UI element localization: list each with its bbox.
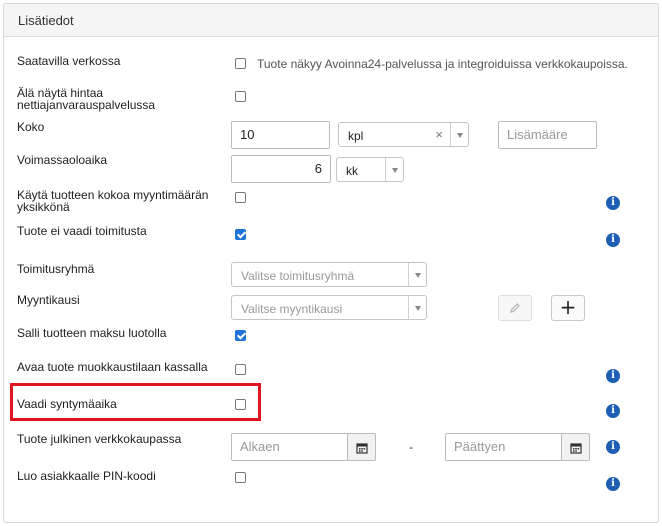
panel-header: Lisätiedot: [4, 4, 658, 37]
label-saatavilla-verkossa: Saatavilla verkossa: [17, 54, 121, 68]
alkaen-placeholder: Alkaen: [240, 439, 280, 454]
info-icon[interactable]: i: [606, 404, 620, 418]
label-vaadi-syntymaaika: Vaadi syntymäaika: [17, 397, 117, 411]
label-julkinen-verkkokaupassa: Tuote julkinen verkkokaupassa: [17, 432, 182, 446]
myyntikausi-placeholder: Valitse myyntikausi: [241, 302, 343, 316]
voimassaoloaika-unit-value: kk: [346, 164, 358, 178]
label-ala-nayta-hintaa-2: nettiajanvarauspalvelussa: [17, 98, 156, 112]
label-pin-koodi: Luo asiakkaalle PIN-koodi: [17, 469, 156, 483]
chevron-down-icon: [415, 273, 421, 278]
chevron-down-icon: [415, 306, 421, 311]
alkaen-calendar-button[interactable]: [348, 433, 376, 461]
select-separator: [450, 123, 451, 146]
calendar-icon: [356, 443, 368, 454]
label-toimitusryhma: Toimitusryhmä: [17, 262, 95, 276]
select-separator: [385, 158, 386, 181]
label-kayta-kokoa-2: yksikkönä: [17, 200, 70, 214]
koko-unit-select[interactable]: kpl ×: [338, 122, 469, 147]
label-koko: Koko: [17, 120, 45, 134]
alkaen-date-input[interactable]: Alkaen: [231, 433, 348, 461]
label-myyntikausi: Myyntikausi: [17, 293, 80, 307]
hint-saatavilla-verkossa: Tuote näkyy Avoinna24-palvelussa ja inte…: [257, 57, 628, 71]
checkbox-ala-nayta-hintaa[interactable]: [235, 91, 246, 102]
chevron-down-icon: [392, 168, 398, 173]
paattyen-calendar-button[interactable]: [562, 433, 590, 461]
label-ei-vaadi-toimitusta: Tuote ei vaadi toimitusta: [17, 224, 147, 238]
info-icon[interactable]: i: [606, 477, 620, 491]
add-myyntikausi-button[interactable]: +: [551, 295, 585, 321]
voimassaoloaika-unit-select[interactable]: kk: [336, 157, 404, 182]
edit-myyntikausi-button[interactable]: [498, 295, 532, 321]
checkbox-vaadi-syntymaaika[interactable]: [235, 399, 246, 410]
clear-x-icon[interactable]: ×: [435, 127, 443, 142]
toimitusryhma-placeholder: Valitse toimitusryhmä: [241, 269, 355, 283]
select-separator: [408, 263, 409, 286]
info-icon[interactable]: i: [606, 196, 620, 210]
myyntikausi-select[interactable]: Valitse myyntikausi: [231, 295, 427, 320]
koko-input[interactable]: 10: [231, 121, 330, 149]
checkbox-ei-vaadi-toimitusta[interactable]: [235, 229, 246, 240]
checkbox-salli-luotolla[interactable]: [235, 330, 246, 341]
label-salli-luotolla: Salli tuotteen maksu luotolla: [17, 326, 167, 340]
checkbox-pin-koodi[interactable]: [235, 472, 246, 483]
paattyen-placeholder: Päättyen: [454, 439, 506, 454]
voimassaoloaika-input[interactable]: 6: [231, 155, 331, 183]
pencil-icon: [510, 303, 520, 313]
label-avaa-muokkaustilaan: Avaa tuote muokkaustilaan kassalla: [17, 360, 208, 374]
panel-title: Lisätiedot: [18, 13, 74, 28]
select-separator: [408, 296, 409, 319]
info-icon[interactable]: i: [606, 440, 620, 454]
info-icon[interactable]: i: [606, 369, 620, 383]
date-range-separator: -: [409, 440, 413, 454]
lisamaare-placeholder: Lisämääre: [507, 127, 568, 142]
chevron-down-icon: [457, 133, 463, 138]
koko-unit-value: kpl: [348, 129, 364, 143]
info-icon[interactable]: i: [606, 233, 620, 247]
paattyen-date-input[interactable]: Päättyen: [445, 433, 562, 461]
toimitusryhma-select[interactable]: Valitse toimitusryhmä: [231, 262, 427, 287]
plus-icon: +: [559, 295, 577, 319]
checkbox-avaa-muokkaustilaan[interactable]: [235, 364, 246, 375]
calendar-icon: [570, 443, 582, 454]
label-voimassaoloaika: Voimassaoloaika: [17, 153, 108, 167]
checkbox-saatavilla-verkossa[interactable]: [235, 58, 246, 69]
lisamaare-input[interactable]: Lisämääre: [498, 121, 597, 149]
checkbox-kayta-kokoa[interactable]: [235, 192, 246, 203]
